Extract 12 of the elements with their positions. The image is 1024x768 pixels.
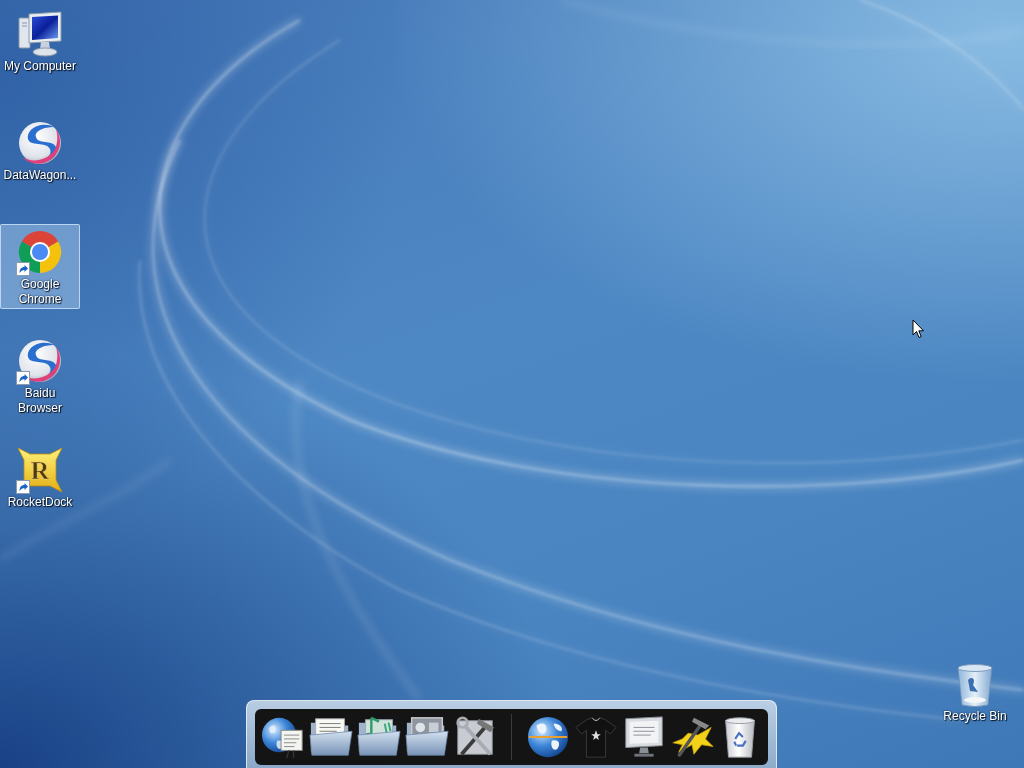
swirl-sphere-icon — [16, 119, 64, 167]
swirl-sphere-icon — [16, 337, 64, 385]
mouse-pointer-icon — [912, 319, 925, 339]
chrome-logo-icon — [16, 228, 64, 276]
globe-icon[interactable] — [525, 714, 571, 760]
desktop-shortcut[interactable]: R RocketDock — [0, 442, 80, 512]
desktop-shortcut[interactable]: Recycle Bin — [935, 656, 1015, 726]
desktop-shortcut[interactable]: Baidu Browser — [0, 333, 80, 418]
computer-monitor-icon — [16, 10, 64, 58]
desktop-shortcut[interactable]: Google Chrome — [0, 224, 80, 309]
desktop-shortcut[interactable]: DataWagon... — [0, 115, 80, 185]
desktop-shortcut[interactable]: My Computer — [0, 6, 80, 76]
